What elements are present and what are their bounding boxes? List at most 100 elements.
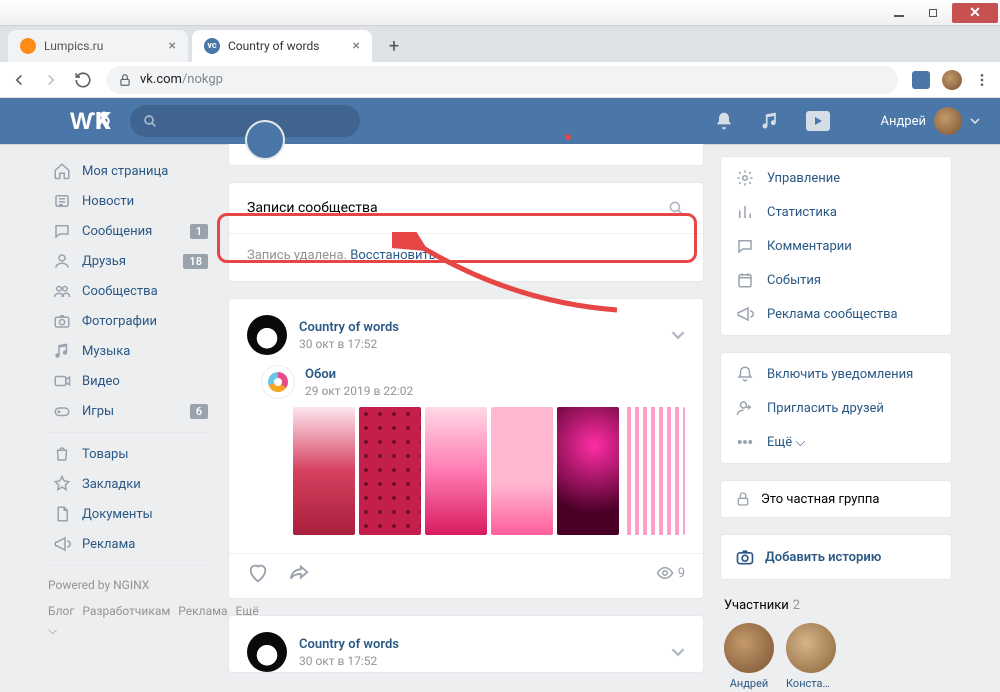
address-bar[interactable]: vk.com/nokgp [106, 66, 898, 94]
extension-avatar-icon[interactable] [942, 70, 962, 90]
gallery-image[interactable] [623, 407, 685, 535]
page-body: Моя страницаНовостиСообщения1Друзья18Соо… [0, 144, 1000, 692]
forward-button[interactable] [42, 71, 60, 89]
menu-item-more[interactable]: Ещё ⌵ [721, 425, 951, 459]
post-author-link[interactable]: Country of words [299, 320, 399, 335]
menu-item-gear[interactable]: Управление [721, 161, 951, 195]
groups-icon [52, 282, 72, 300]
gallery-image[interactable] [359, 407, 421, 535]
admin-menu: УправлениеСтатистикаКомментарииСобытияРе… [720, 156, 952, 336]
post-author-link[interactable]: Country of words [299, 637, 399, 652]
window-minimize-button[interactable] [884, 3, 914, 23]
window-maximize-button[interactable] [918, 3, 948, 23]
new-tab-button[interactable]: + [380, 32, 408, 60]
member-avatar [724, 623, 774, 673]
wall-header: Записи сообщества [229, 183, 703, 233]
tab-close-icon[interactable]: × [353, 38, 360, 54]
repost-avatar[interactable] [261, 365, 295, 399]
nav-item-msg[interactable]: Сообщения1 [48, 216, 212, 246]
member[interactable]: Константин [786, 623, 836, 690]
footer-links: БлогРазработчикамРекламаЕщё ⌵ [48, 602, 212, 640]
right-column: УправлениеСтатистикаКомментарииСобытияРе… [720, 156, 952, 692]
news-icon [52, 192, 72, 210]
browser-tab-lumpics[interactable]: Lumpics.ru × [8, 30, 188, 62]
menu-item-megaphone[interactable]: Реклама сообщества [721, 297, 951, 331]
window-titlebar: ✕ [0, 0, 1000, 26]
footer-link[interactable]: Блог [48, 604, 74, 618]
restore-link[interactable]: Восстановить [350, 248, 436, 263]
more-icon [735, 433, 755, 451]
member-name: Константин [786, 677, 836, 690]
favicon-vk-icon: vc [204, 38, 220, 54]
nav-item-music[interactable]: Музыка [48, 336, 212, 366]
deleted-post-row: Запись удалена. Восстановить [229, 233, 703, 281]
back-button[interactable] [10, 71, 28, 89]
menu-item-calendar[interactable]: События [721, 263, 951, 297]
member[interactable]: Андрей [724, 623, 774, 690]
browser-tab-vk[interactable]: vc Country of words × [192, 30, 372, 62]
menu-item-stats[interactable]: Статистика [721, 195, 951, 229]
post-author-avatar[interactable] [247, 315, 287, 355]
window-close-button[interactable]: ✕ [952, 3, 998, 23]
post-date: 30 окт в 17:52 [299, 654, 399, 668]
add-story-button[interactable]: Добавить историю [720, 534, 952, 580]
wall-card: Записи сообщества Запись удалена. Восста… [228, 182, 704, 282]
video-play-icon[interactable] [806, 111, 830, 131]
nav-item-doc[interactable]: Документы [48, 499, 212, 529]
search-icon [142, 113, 158, 129]
video-icon [52, 372, 72, 390]
tab-title: Country of words [228, 39, 319, 53]
vk-search-input[interactable] [130, 105, 360, 137]
nav-item-game[interactable]: Игры6 [48, 396, 212, 426]
nav-item-bookmark[interactable]: Закладки [48, 469, 212, 499]
member-name: Андрей [724, 677, 774, 690]
shop-icon [52, 445, 72, 463]
friends-icon [52, 252, 72, 270]
bookmark-icon [52, 475, 72, 493]
post-menu-icon[interactable] [671, 645, 685, 659]
like-button[interactable] [247, 562, 269, 584]
favicon-lumpics-icon [20, 38, 36, 54]
nav-item-home[interactable]: Моя страница [48, 156, 212, 186]
nav-item-video[interactable]: Видео [48, 366, 212, 396]
gallery-image[interactable] [425, 407, 487, 535]
menu-item-bell[interactable]: Включить уведомления [721, 357, 951, 391]
truncated-card [228, 144, 704, 166]
avatar-stub [245, 120, 285, 160]
notifications-icon[interactable] [714, 111, 734, 131]
menu-item-invite[interactable]: Пригласить друзей [721, 391, 951, 425]
music-player-icon[interactable] [760, 111, 780, 131]
footer-link[interactable]: Разработчикам [82, 604, 170, 618]
megaphone-icon [735, 305, 755, 323]
nav-item-news[interactable]: Новости [48, 186, 212, 216]
browser-menu-button[interactable] [974, 72, 990, 88]
vk-logo-icon[interactable]: ⱲK [70, 107, 114, 135]
share-button[interactable] [287, 562, 311, 584]
gallery-image[interactable] [557, 407, 619, 535]
home-icon [52, 162, 72, 180]
vk-user-menu[interactable]: Андрей [880, 107, 980, 135]
reload-button[interactable] [74, 71, 92, 89]
nav-item-photo[interactable]: Фотографии [48, 306, 212, 336]
post-menu-icon[interactable] [671, 328, 685, 342]
msg-icon [52, 222, 72, 240]
repost-author-link[interactable]: Обои [305, 367, 413, 382]
tab-close-icon[interactable]: × [169, 38, 176, 54]
post-author-avatar[interactable] [247, 632, 287, 672]
nav-item-ads[interactable]: Реклама [48, 529, 212, 559]
user-avatar-icon [934, 107, 962, 135]
menu-item-comment[interactable]: Комментарии [721, 229, 951, 263]
gallery-image[interactable] [293, 407, 355, 535]
footer-link[interactable]: Реклама [178, 604, 227, 618]
nav-item-shop[interactable]: Товары [48, 439, 212, 469]
gallery-image[interactable] [491, 407, 553, 535]
wall-title: Записи сообщества [247, 200, 378, 216]
comment-icon [735, 237, 755, 255]
post-gallery [229, 407, 703, 545]
wall-search-icon[interactable] [667, 199, 685, 217]
chevron-down-icon [970, 116, 980, 126]
nav-item-groups[interactable]: Сообщества [48, 276, 212, 306]
nav-item-friends[interactable]: Друзья18 [48, 246, 212, 276]
members-header[interactable]: Участники2 [720, 596, 952, 623]
extension-icon[interactable] [912, 71, 930, 89]
